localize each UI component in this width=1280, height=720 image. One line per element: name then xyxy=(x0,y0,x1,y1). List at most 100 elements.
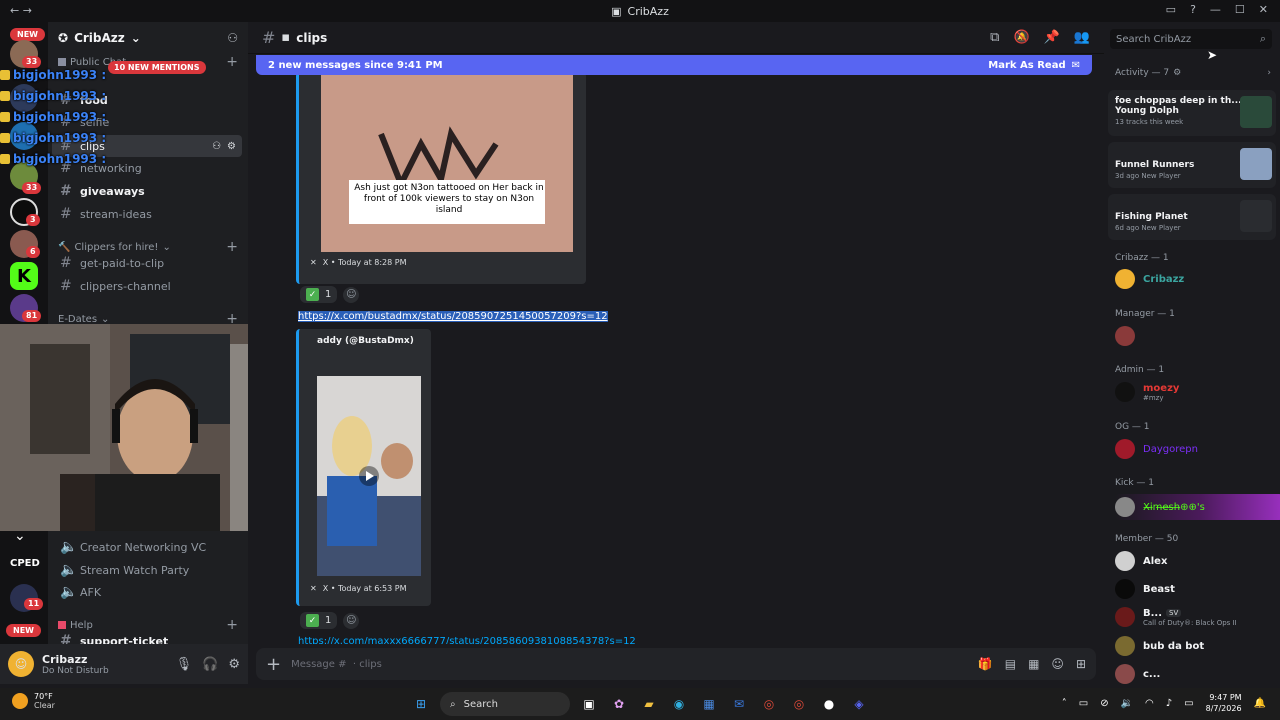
user-name: Cribazz xyxy=(42,652,88,666)
speaker-icon[interactable]: ♪ xyxy=(1166,698,1172,709)
new-mentions-badge[interactable]: 10 NEW MENTIONS xyxy=(108,61,206,74)
search-box[interactable]: ⌕ xyxy=(1110,29,1272,49)
gif-icon[interactable]: ▤ xyxy=(1005,657,1016,671)
search-input[interactable] xyxy=(1116,33,1246,45)
voice-afk[interactable]: 🔈 AFK xyxy=(52,581,242,603)
channel-label: Creator Networking VC xyxy=(80,540,207,554)
channel-stream-ideas[interactable]: # stream-ideas xyxy=(52,203,242,225)
close-button[interactable]: ✕ xyxy=(1259,3,1268,16)
activity-card-music[interactable]: foe choppas deep in th... Young Dolph 13… xyxy=(1108,90,1276,136)
avatar[interactable]: ☺ xyxy=(8,651,34,677)
kick-server-icon[interactable]: K xyxy=(10,262,38,290)
embed-author[interactable]: addy (@BustaDmx) xyxy=(317,336,414,346)
add-channel-icon[interactable]: + xyxy=(226,54,238,70)
task-view-icon[interactable]: ▣ xyxy=(578,693,600,715)
pin-icon[interactable]: 📌 xyxy=(1044,30,1060,45)
activity-card-game[interactable]: Fishing Planet 6d ago New Player xyxy=(1108,194,1276,240)
member-item[interactable]: Cribazz xyxy=(1115,269,1275,289)
copilot-icon[interactable]: ✿ xyxy=(608,693,630,715)
activity-card-game[interactable]: Funnel Runners 3d ago New Player xyxy=(1108,142,1276,188)
channel-clippers-channel[interactable]: # clippers-channel xyxy=(52,275,242,297)
embed-footer-text: X • Today at 8:28 PM xyxy=(322,258,407,267)
inbox-icon[interactable]: ▭ xyxy=(1166,3,1176,16)
member-item[interactable]: Daygorepn xyxy=(1115,439,1275,459)
member-item[interactable]: moezy #mzy xyxy=(1115,382,1275,402)
category-icon xyxy=(58,58,66,66)
voice-stream-watch-party[interactable]: 🔈 Stream Watch Party xyxy=(52,559,242,581)
member-item[interactable]: X̶i̶m̶e̶s̶h̶⊕⊕'s xyxy=(1115,494,1280,520)
cped-server[interactable]: CPED xyxy=(10,558,40,569)
reaction-row: ✓ 1 ☺ xyxy=(300,612,360,629)
clock[interactable]: 9:47 PM 8/7/2026 xyxy=(1206,692,1242,714)
hash-icon: # xyxy=(262,28,276,47)
gift-icon[interactable]: 🎁 xyxy=(978,657,993,671)
microphone-icon[interactable]: 🎙 xyxy=(176,657,193,672)
add-user-icon[interactable]: ⚇ xyxy=(227,31,238,45)
new-messages-bar[interactable]: 2 new messages since 9:41 PM Mark As Rea… xyxy=(256,55,1092,75)
member-list-icon[interactable]: 👥 xyxy=(1074,30,1090,45)
member-name: c... xyxy=(1143,668,1161,680)
reaction-count: 1 xyxy=(325,289,332,300)
emoji-icon[interactable]: ☺ xyxy=(1051,657,1064,671)
add-reaction-icon[interactable]: ☺ xyxy=(343,286,360,303)
overlay-mention: bigjohn1993 : xyxy=(0,152,106,166)
role-header: OG — 1 xyxy=(1115,422,1150,432)
discord-icon[interactable]: ◈ xyxy=(848,693,870,715)
member-item[interactable] xyxy=(1115,326,1275,346)
outlook-icon[interactable]: ✉ xyxy=(728,693,750,715)
tweet-embed[interactable]: addy (@BustaDmx) xyxy=(296,329,431,606)
maximize-button[interactable]: ☐ xyxy=(1235,3,1245,16)
taskbar-search[interactable]: ⌕ Search xyxy=(440,692,570,716)
help-icon[interactable]: ? xyxy=(1190,3,1196,16)
app-tray-icon[interactable]: ▭ xyxy=(1079,698,1088,709)
embed-video[interactable] xyxy=(317,376,421,576)
activity-header[interactable]: Activity — 7 ⚙ › xyxy=(1115,68,1271,78)
member-item[interactable]: Alex xyxy=(1115,551,1275,571)
invite-icon[interactable]: ⚇ xyxy=(212,141,221,152)
wifi-icon[interactable]: ◠ xyxy=(1145,698,1154,709)
volume-icon[interactable]: 🔉 xyxy=(1121,698,1133,709)
message-link[interactable]: https://x.com/maxxx6666777/status/208586… xyxy=(298,636,636,644)
mark-as-read-button[interactable]: Mark As Read ✉ xyxy=(988,60,1080,71)
guild-header[interactable]: ✪ CribAzz ⌄ ⚇ xyxy=(48,22,248,54)
chevron-up-icon[interactable]: ˄ xyxy=(1062,698,1067,709)
message-input[interactable] xyxy=(291,658,892,670)
member-item[interactable]: c... xyxy=(1115,664,1275,684)
channel-giveaways[interactable]: # giveaways xyxy=(52,180,242,202)
edge-icon[interactable]: ◉ xyxy=(668,693,690,715)
tweet-embed[interactable]: Ash just got N3on tattooed on Her back i… xyxy=(296,72,586,284)
chrome-profile-icon[interactable]: ◎ xyxy=(788,693,810,715)
weather-widget[interactable]: 70°F Clear xyxy=(12,692,55,710)
attach-plus-icon[interactable]: + xyxy=(266,654,281,675)
start-icon[interactable]: ⊞ xyxy=(410,693,432,715)
headphones-icon[interactable]: 🎧 xyxy=(202,657,218,672)
battery-icon[interactable]: ▭ xyxy=(1184,698,1193,709)
sticker-icon[interactable]: ▦ xyxy=(1028,657,1039,671)
store-icon[interactable]: ▦ xyxy=(698,693,720,715)
voice-creator-networking[interactable]: 🔈 Creator Networking VC xyxy=(52,536,242,558)
file-explorer-icon[interactable]: ▰ xyxy=(638,693,660,715)
reaction-check[interactable]: ✓ 1 xyxy=(300,286,338,303)
unread-badge: 6 xyxy=(26,246,40,258)
vpn-icon[interactable]: ⊘ xyxy=(1100,698,1108,709)
reaction-check[interactable]: ✓ 1 xyxy=(300,612,338,629)
notification-icon[interactable]: 🔔 xyxy=(1254,698,1266,709)
notification-bell-icon[interactable]: 🔕 xyxy=(1013,30,1029,45)
channel-support-ticket[interactable]: # support-ticket xyxy=(52,630,242,644)
member-item[interactable]: Beast xyxy=(1115,579,1275,599)
nav-arrows[interactable]: ← → xyxy=(10,4,32,17)
member-item[interactable]: B... SV Call of Duty®: Black Ops II xyxy=(1115,607,1275,627)
mark-read-icon: ✉ xyxy=(1071,59,1080,71)
obs-icon[interactable]: ● xyxy=(818,693,840,715)
message-link[interactable]: https://x.com/bustadmx/status/2085907251… xyxy=(298,311,608,322)
minimize-button[interactable]: — xyxy=(1210,3,1221,16)
threads-icon[interactable]: ⧉ xyxy=(990,30,999,45)
channel-get-paid-to-clip[interactable]: # get-paid-to-clip xyxy=(52,252,242,274)
add-reaction-icon[interactable]: ☺ xyxy=(343,612,360,629)
embed-image[interactable] xyxy=(321,74,573,252)
member-item[interactable]: bub da bot xyxy=(1115,636,1275,656)
apps-icon[interactable]: ⊞ xyxy=(1076,657,1086,671)
chrome-icon[interactable]: ◎ xyxy=(758,693,780,715)
gear-icon[interactable]: ⚙ xyxy=(227,141,236,152)
gear-icon[interactable]: ⚙ xyxy=(228,657,240,672)
